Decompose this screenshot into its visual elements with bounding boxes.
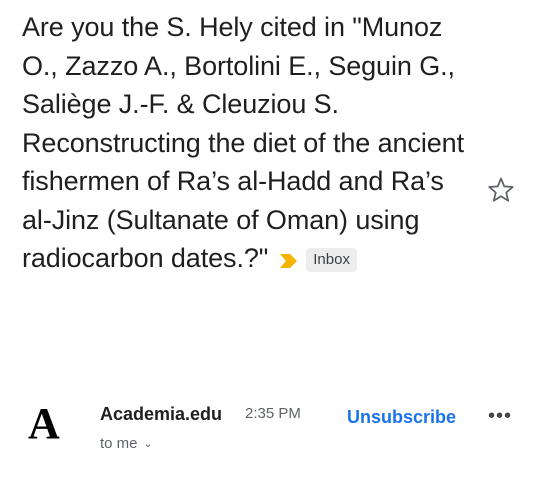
recipient-label: to me: [100, 435, 138, 452]
inbox-label-chip[interactable]: Inbox: [306, 247, 357, 272]
sender-name[interactable]: Academia.edu: [100, 404, 222, 425]
chevron-down-icon: ⌄: [143, 438, 153, 450]
unsubscribe-button[interactable]: Unsubscribe: [347, 407, 456, 428]
sender-avatar[interactable]: A: [28, 402, 60, 446]
recipient-details-toggle[interactable]: to me ⌄: [100, 435, 153, 452]
email-subject-area: Are you the S. Hely cited in "Munoz O., …: [22, 8, 472, 278]
more-options-icon[interactable]: •••: [488, 406, 512, 426]
importance-marker-icon[interactable]: [278, 252, 300, 270]
email-subject: Are you the S. Hely cited in "Munoz O., …: [22, 12, 464, 273]
star-icon[interactable]: [486, 175, 516, 205]
sent-time: 2:35 PM: [245, 405, 301, 422]
sender-row: A Academia.edu 2:35 PM Unsubscribe ••• t…: [0, 392, 540, 462]
